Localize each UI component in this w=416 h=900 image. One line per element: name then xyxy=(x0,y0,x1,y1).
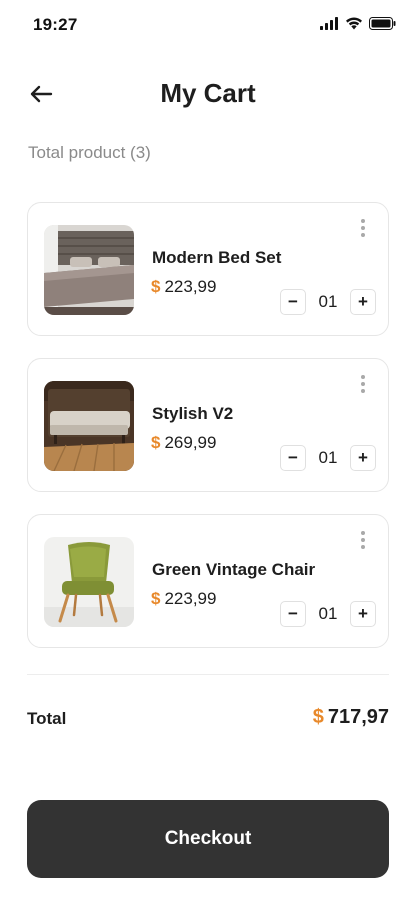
sofa-bench-photo xyxy=(44,381,134,471)
more-dot xyxy=(361,389,365,393)
green-chair-photo xyxy=(44,537,134,627)
decrement-button[interactable]: − xyxy=(280,289,306,315)
total-amount: $717,97 xyxy=(313,706,389,729)
product-price: $223,99 xyxy=(151,277,216,297)
decrement-button[interactable]: − xyxy=(280,601,306,627)
page-title: My Cart xyxy=(160,78,256,108)
more-dot xyxy=(361,531,365,535)
more-options-button[interactable] xyxy=(358,217,368,239)
product-image[interactable] xyxy=(44,225,134,315)
status-bar: 19:27 xyxy=(0,0,416,50)
bed-set-photo xyxy=(44,225,134,315)
increment-button[interactable]: + xyxy=(350,445,376,471)
battery-icon xyxy=(369,17,396,30)
product-price: $269,99 xyxy=(151,433,216,453)
more-dot xyxy=(361,382,365,386)
price-value: 223,99 xyxy=(164,589,217,608)
more-dot xyxy=(361,545,365,549)
product-name: Stylish V2 xyxy=(152,404,234,423)
product-image[interactable] xyxy=(44,537,134,627)
currency-symbol: $ xyxy=(312,706,324,728)
quantity-stepper: − 01 + xyxy=(280,289,376,315)
cart-item-card: Green Vintage Chair $223,99 − 01 + xyxy=(27,514,389,648)
decrement-button[interactable]: − xyxy=(280,445,306,471)
more-dot xyxy=(361,538,365,542)
arrow-left-icon xyxy=(30,85,53,103)
header: My Cart xyxy=(0,70,416,118)
total-products-label: Total product (3) xyxy=(28,143,151,162)
cart-item-card: Stylish V2 $269,99 − 01 + xyxy=(27,358,389,492)
signal-icon xyxy=(320,17,338,30)
total-value: 717,97 xyxy=(327,706,389,728)
increment-button[interactable]: + xyxy=(350,289,376,315)
back-button[interactable] xyxy=(26,80,56,108)
total-label: Total xyxy=(27,709,67,728)
price-value: 223,99 xyxy=(164,277,217,296)
more-options-button[interactable] xyxy=(358,529,368,551)
currency-symbol: $ xyxy=(151,433,161,452)
increment-button[interactable]: + xyxy=(350,601,376,627)
status-icons xyxy=(320,17,396,30)
quantity-value: 01 xyxy=(318,448,338,467)
more-dot xyxy=(361,233,365,237)
product-price: $223,99 xyxy=(151,589,216,609)
currency-symbol: $ xyxy=(151,589,161,608)
product-name: Modern Bed Set xyxy=(152,248,282,267)
quantity-stepper: − 01 + xyxy=(280,601,376,627)
status-time: 19:27 xyxy=(33,15,78,34)
product-image[interactable] xyxy=(44,381,134,471)
price-value: 269,99 xyxy=(164,433,217,452)
checkout-button[interactable]: Checkout xyxy=(27,800,389,878)
divider xyxy=(27,674,389,675)
product-name: Green Vintage Chair xyxy=(152,560,316,579)
currency-symbol: $ xyxy=(151,277,161,296)
cart-item-card: Modern Bed Set $223,99 − 01 + xyxy=(27,202,389,336)
more-dot xyxy=(361,375,365,379)
wifi-icon xyxy=(346,17,362,30)
quantity-value: 01 xyxy=(318,292,338,311)
more-dot xyxy=(361,219,365,223)
more-dot xyxy=(361,226,365,230)
quantity-value: 01 xyxy=(318,604,338,623)
quantity-stepper: − 01 + xyxy=(280,445,376,471)
more-options-button[interactable] xyxy=(358,373,368,395)
